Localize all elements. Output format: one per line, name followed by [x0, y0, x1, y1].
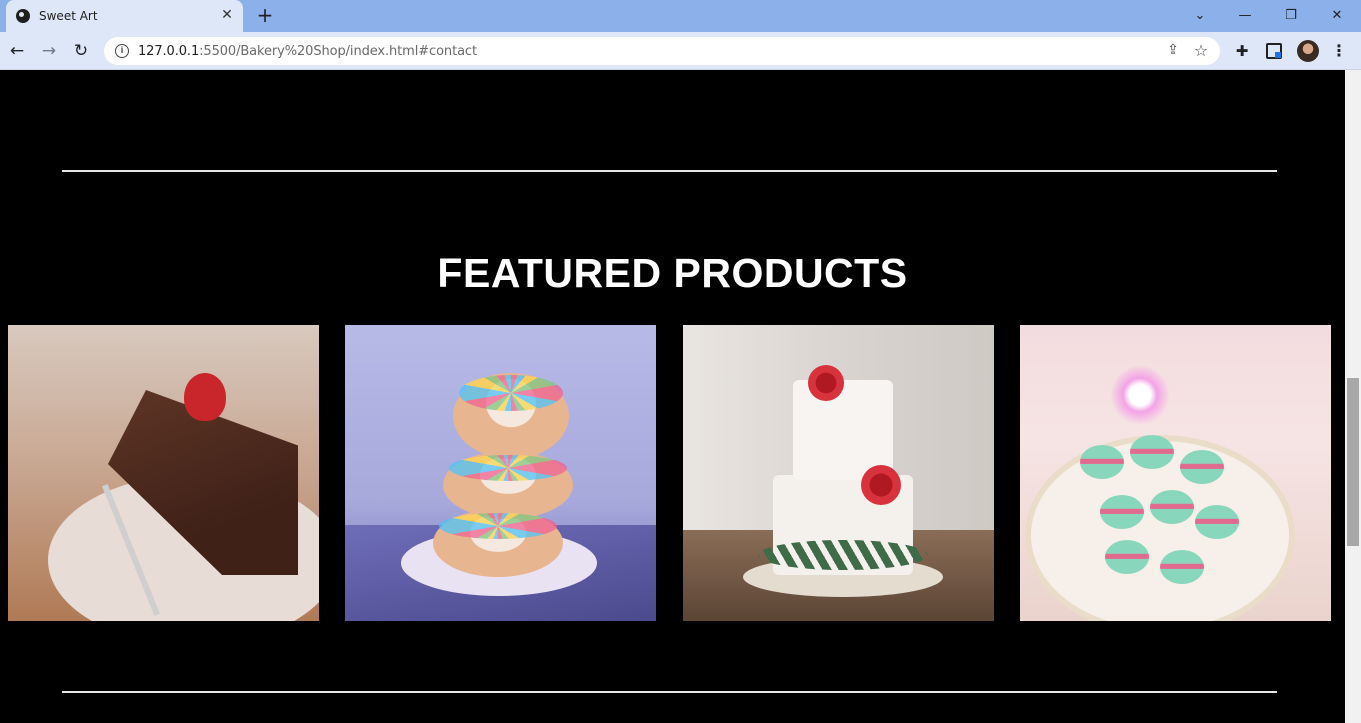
macaron-shape	[1100, 495, 1144, 529]
leaves-shape	[758, 540, 928, 570]
sprinkles-shape	[459, 375, 563, 411]
product-image-macarons[interactable]	[1020, 325, 1331, 621]
flower-shape	[861, 465, 901, 505]
address-bar[interactable]: i 127.0.0.1:5500/Bakery%20Shop/index.htm…	[104, 37, 1220, 65]
back-button[interactable]: ←	[4, 38, 30, 64]
product-image-donuts[interactable]	[345, 325, 656, 621]
tab-sweet-art[interactable]: Sweet Art ✕	[6, 0, 243, 32]
sprinkles-shape	[449, 455, 567, 481]
menu-icon[interactable]: ⋮	[1330, 41, 1348, 61]
macaron-shape	[1150, 490, 1194, 524]
restore-button[interactable]: ❐	[1268, 0, 1314, 30]
profile-avatar[interactable]	[1297, 40, 1319, 62]
featured-products-heading: FEATURED PRODUCTS	[437, 250, 908, 296]
macaron-shape	[1160, 550, 1204, 584]
share-icon[interactable]: ⇪	[1164, 42, 1182, 60]
page-viewport: FEATURED PRODUCTS	[0, 70, 1345, 723]
macaron-shape	[1105, 540, 1149, 574]
close-window-button[interactable]: ✕	[1314, 0, 1360, 30]
flower-shape	[808, 365, 844, 401]
divider-bottom	[62, 691, 1277, 693]
url-host: 127.0.0.1	[138, 44, 200, 59]
close-tab-icon[interactable]: ✕	[219, 7, 235, 23]
sprinkles-shape	[439, 513, 557, 539]
globe-icon	[16, 9, 30, 23]
divider-top	[62, 170, 1277, 172]
url-text[interactable]: 127.0.0.1:5500/Bakery%20Shop/index.html#…	[138, 44, 477, 59]
reload-button[interactable]: ↻	[68, 38, 94, 64]
new-tab-button[interactable]: +	[254, 4, 276, 26]
forward-button[interactable]: →	[36, 38, 62, 64]
macaron-shape	[1180, 450, 1224, 484]
browser-toolbar: ← → ↻ i 127.0.0.1:5500/Bakery%20Shop/ind…	[0, 32, 1361, 70]
page-scrollbar[interactable]	[1345, 70, 1361, 723]
bokeh-light-shape	[1110, 365, 1170, 425]
strawberry-shape	[184, 373, 226, 421]
macaron-shape	[1130, 435, 1174, 469]
star-icon[interactable]: ☆	[1192, 41, 1210, 60]
tab-search-chevron-icon[interactable]: ⌄	[1177, 0, 1223, 30]
side-panel-icon[interactable]	[1266, 43, 1282, 59]
product-image-chocolate-cake[interactable]	[8, 325, 319, 621]
scrollbar-thumb[interactable]	[1347, 378, 1359, 546]
url-path: :5500/Bakery%20Shop/index.html#contact	[199, 44, 477, 59]
tab-title: Sweet Art	[39, 9, 98, 23]
product-image-wedding-cake[interactable]	[683, 325, 994, 621]
minimize-button[interactable]: —	[1222, 0, 1268, 30]
info-icon[interactable]: i	[115, 44, 129, 58]
extensions-icon[interactable]: ✚	[1233, 42, 1251, 60]
macaron-shape	[1195, 505, 1239, 539]
macaron-shape	[1080, 445, 1124, 479]
browser-tab-strip: Sweet Art ✕ + ⌄ — ❐ ✕	[0, 0, 1361, 32]
